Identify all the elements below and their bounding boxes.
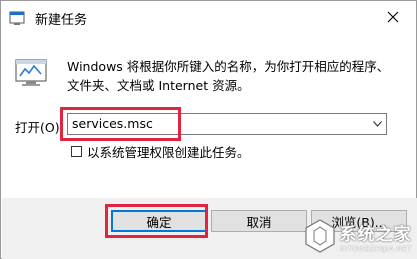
open-label: 打开(O): (15, 120, 64, 135)
run-dialog-window: 新建任务 Windows 将根据你所键入的名称，为你打开相应的程序、文件夹、文档… (0, 0, 417, 259)
ok-highlight-box (105, 204, 208, 238)
run-dialog-icon (15, 59, 47, 87)
close-button[interactable] (370, 1, 416, 35)
window-title: 新建任务 (35, 13, 88, 28)
cancel-button[interactable]: 取消 (211, 210, 307, 232)
input-highlight-box (60, 107, 181, 141)
admin-checkbox-row[interactable]: 以系统管理权限创建此任务。 (71, 142, 250, 161)
close-icon (387, 11, 399, 26)
watermark-url: XITONGZHIJIA.NET (339, 244, 412, 253)
watermark-logo-icon (302, 218, 338, 254)
dialog-description: Windows 将根据你所键入的名称，为你打开相应的程序、文件夹、文档或 Int… (67, 59, 390, 93)
admin-checkbox[interactable] (71, 145, 82, 157)
dropdown-arrow-icon[interactable] (368, 114, 386, 134)
title-bar[interactable]: 新建任务 (1, 1, 416, 35)
watermark-text: 系统之家 (339, 224, 412, 245)
admin-checkbox-label[interactable]: 以系统管理权限创建此任务。 (87, 142, 250, 161)
watermark: 系统之家 XITONGZHIJIA.NET (302, 218, 412, 254)
run-app-icon (9, 10, 25, 26)
